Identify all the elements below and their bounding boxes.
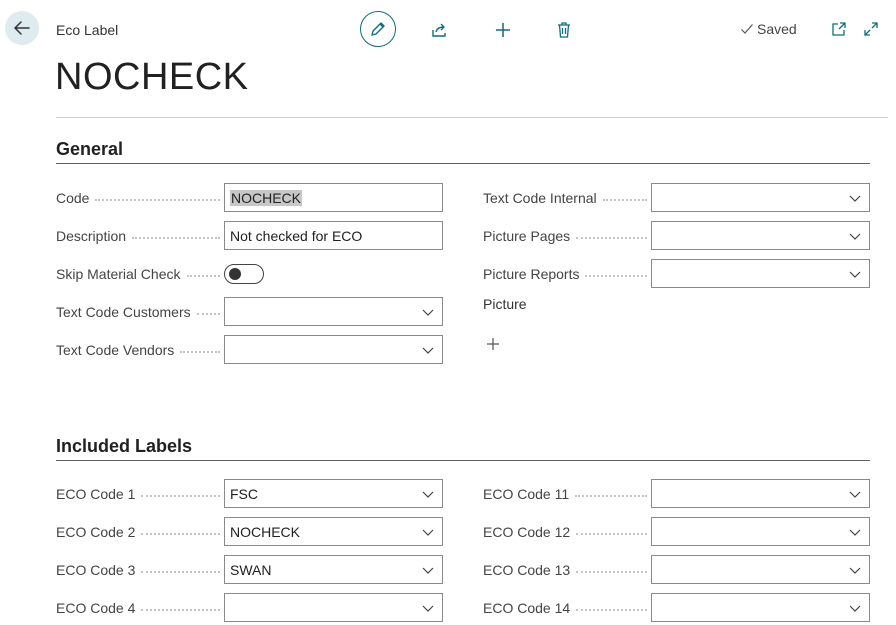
expand-icon (864, 22, 878, 36)
eco-code-2-label: ECO Code 2 (56, 522, 220, 542)
eco-code-11-label-text: ECO Code 11 (483, 486, 570, 502)
eco-code-13-label-text: ECO Code 13 (483, 562, 571, 578)
eco-code-1-dropdown[interactable]: FSC (224, 479, 443, 508)
code-value: NOCHECK (230, 189, 303, 206)
text-code-internal-label: Text Code Internal (483, 188, 647, 208)
eco-code-3-label: ECO Code 3 (56, 560, 220, 580)
eco-code-2-dropdown[interactable]: NOCHECK (224, 517, 443, 546)
share-icon (432, 23, 446, 37)
picture-reports-dropdown[interactable] (651, 259, 870, 288)
chevron-down-icon (848, 229, 862, 243)
chevron-down-icon (421, 343, 435, 357)
eco-code-4-dropdown[interactable] (224, 593, 443, 622)
skip-material-check-label-text: Skip Material Check (56, 266, 181, 282)
chevron-down-icon (848, 525, 862, 539)
eco-code-4-label: ECO Code 4 (56, 598, 220, 618)
text-code-internal-label-text: Text Code Internal (483, 190, 597, 206)
saved-status-text: Saved (757, 21, 797, 37)
eco-code-12-label: ECO Code 12 (483, 522, 647, 542)
eco-code-1-value: FSC (230, 485, 258, 502)
eco-code-14-dropdown[interactable] (651, 593, 870, 622)
description-value: Not checked for ECO (230, 227, 363, 244)
chevron-down-icon (848, 563, 862, 577)
eco-code-2-value: NOCHECK (230, 523, 301, 540)
text-code-internal-dropdown[interactable] (651, 183, 870, 212)
text-code-customers-dropdown[interactable] (224, 297, 443, 326)
eco-code-3-label-text: ECO Code 3 (56, 562, 136, 578)
code-label-text: Code (56, 190, 90, 206)
text-code-customers-label: Text Code Customers (56, 302, 220, 322)
new-button[interactable] (491, 18, 515, 42)
breadcrumb: Eco Label (56, 22, 119, 38)
edit-button[interactable] (360, 11, 396, 47)
code-field[interactable]: NOCHECK (224, 183, 443, 212)
eco-code-4-label-text: ECO Code 4 (56, 600, 136, 616)
eco-code-14-label: ECO Code 14 (483, 598, 647, 618)
eco-code-1-label-text: ECO Code 1 (56, 486, 136, 502)
picture-reports-label-text: Picture Reports (483, 266, 580, 282)
eco-code-3-value: SWAN (230, 561, 272, 578)
section-divider-general (56, 163, 870, 164)
text-code-customers-label-text: Text Code Customers (56, 304, 191, 320)
eco-code-3-dropdown[interactable]: SWAN (224, 555, 443, 584)
chevron-down-icon (848, 267, 862, 281)
eco-code-14-label-text: ECO Code 14 (483, 600, 571, 616)
chevron-down-icon (421, 305, 435, 319)
add-picture-button[interactable] (483, 334, 503, 354)
eco-code-13-label: ECO Code 13 (483, 560, 647, 580)
arrow-left-icon (14, 21, 30, 35)
pencil-icon (371, 22, 385, 36)
open-new-window-button[interactable] (830, 20, 848, 38)
chevron-down-icon (848, 487, 862, 501)
chevron-down-icon (421, 487, 435, 501)
text-code-vendors-label-text: Text Code Vendors (56, 342, 175, 358)
header-divider (56, 117, 888, 118)
description-label-text: Description (56, 228, 127, 244)
expand-button[interactable] (862, 20, 880, 38)
toggle-knob (229, 268, 241, 280)
chevron-down-icon (421, 563, 435, 577)
section-divider-included-labels (56, 460, 870, 461)
text-code-vendors-label: Text Code Vendors (56, 340, 220, 360)
chevron-down-icon (421, 601, 435, 615)
description-field[interactable]: Not checked for ECO (224, 221, 443, 250)
share-button[interactable] (428, 18, 452, 42)
eco-code-1-label: ECO Code 1 (56, 484, 220, 504)
section-title-general[interactable]: General (56, 139, 123, 160)
eco-code-2-label-text: ECO Code 2 (56, 524, 136, 540)
code-label: Code (56, 188, 220, 208)
picture-label: Picture (483, 296, 527, 312)
checkmark-icon (741, 24, 753, 34)
description-label: Description (56, 226, 220, 246)
picture-reports-label: Picture Reports (483, 264, 647, 284)
picture-pages-label: Picture Pages (483, 226, 647, 246)
plus-icon (487, 338, 499, 350)
picture-pages-label-text: Picture Pages (483, 228, 571, 244)
delete-button[interactable] (552, 18, 576, 42)
picture-pages-dropdown[interactable] (651, 221, 870, 250)
back-button[interactable] (5, 11, 39, 45)
eco-code-11-dropdown[interactable] (651, 479, 870, 508)
eco-code-11-label: ECO Code 11 (483, 484, 647, 504)
chevron-down-icon (421, 525, 435, 539)
saved-status: Saved (740, 21, 797, 37)
skip-material-check-toggle[interactable] (224, 264, 264, 284)
chevron-down-icon (848, 601, 862, 615)
text-code-vendors-dropdown[interactable] (224, 335, 443, 364)
trash-icon (558, 22, 570, 38)
plus-icon (496, 23, 510, 37)
page-title: NOCHECK (55, 56, 249, 98)
open-in-new-icon (832, 22, 846, 36)
eco-code-12-dropdown[interactable] (651, 517, 870, 546)
section-title-included-labels[interactable]: Included Labels (56, 436, 192, 457)
eco-code-13-dropdown[interactable] (651, 555, 870, 584)
skip-material-check-label: Skip Material Check (56, 264, 220, 284)
chevron-down-icon (848, 191, 862, 205)
eco-code-12-label-text: ECO Code 12 (483, 524, 571, 540)
